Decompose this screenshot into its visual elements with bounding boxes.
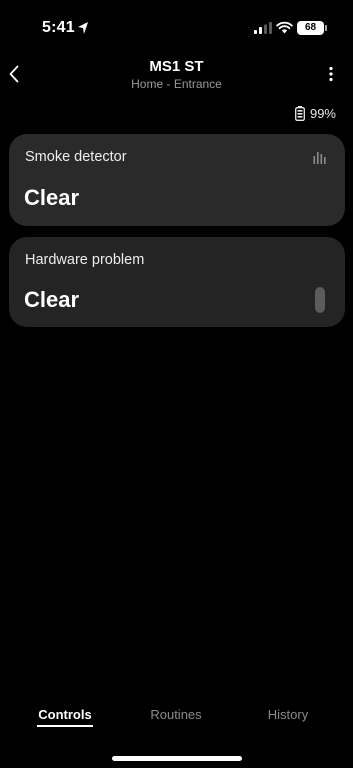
card-label: Hardware problem xyxy=(25,252,145,268)
cellular-signal-icon xyxy=(254,22,272,34)
status-battery: 68 xyxy=(297,21,327,35)
hardware-problem-card[interactable]: Hardware problem Clear xyxy=(9,237,345,327)
page-title: MS1 ST xyxy=(149,58,204,75)
tab-history[interactable]: History xyxy=(268,707,308,722)
tab-bar: Controls Routines History xyxy=(0,700,353,734)
smoke-detector-card[interactable]: Smoke detector Clear xyxy=(9,134,345,226)
card-label: Smoke detector xyxy=(25,149,127,165)
scroll-handle[interactable] xyxy=(315,287,325,313)
device-battery: 99% xyxy=(295,106,336,121)
title-block: MS1 ST Home - Entrance xyxy=(60,58,293,91)
tab-controls[interactable]: Controls xyxy=(38,707,91,722)
active-tab-indicator xyxy=(37,725,93,727)
status-time: 5:41 xyxy=(42,19,75,36)
home-indicator[interactable] xyxy=(112,756,242,761)
status-bar: 5:41 68 xyxy=(0,0,353,56)
back-button[interactable] xyxy=(4,60,24,88)
card-value: Clear xyxy=(24,287,80,312)
bar-chart-icon[interactable] xyxy=(313,151,326,164)
wifi-icon xyxy=(276,21,293,34)
tab-routines[interactable]: Routines xyxy=(150,707,201,722)
battery-icon xyxy=(295,106,305,121)
location-arrow-icon xyxy=(78,22,88,34)
header: MS1 ST Home - Entrance xyxy=(0,56,353,92)
chevron-left-icon xyxy=(9,65,19,83)
device-battery-value: 99% xyxy=(309,106,336,121)
card-value: Clear xyxy=(24,185,80,210)
more-vertical-icon xyxy=(329,66,333,82)
more-options-button[interactable] xyxy=(327,65,335,83)
page-subtitle: Home - Entrance xyxy=(131,77,222,91)
